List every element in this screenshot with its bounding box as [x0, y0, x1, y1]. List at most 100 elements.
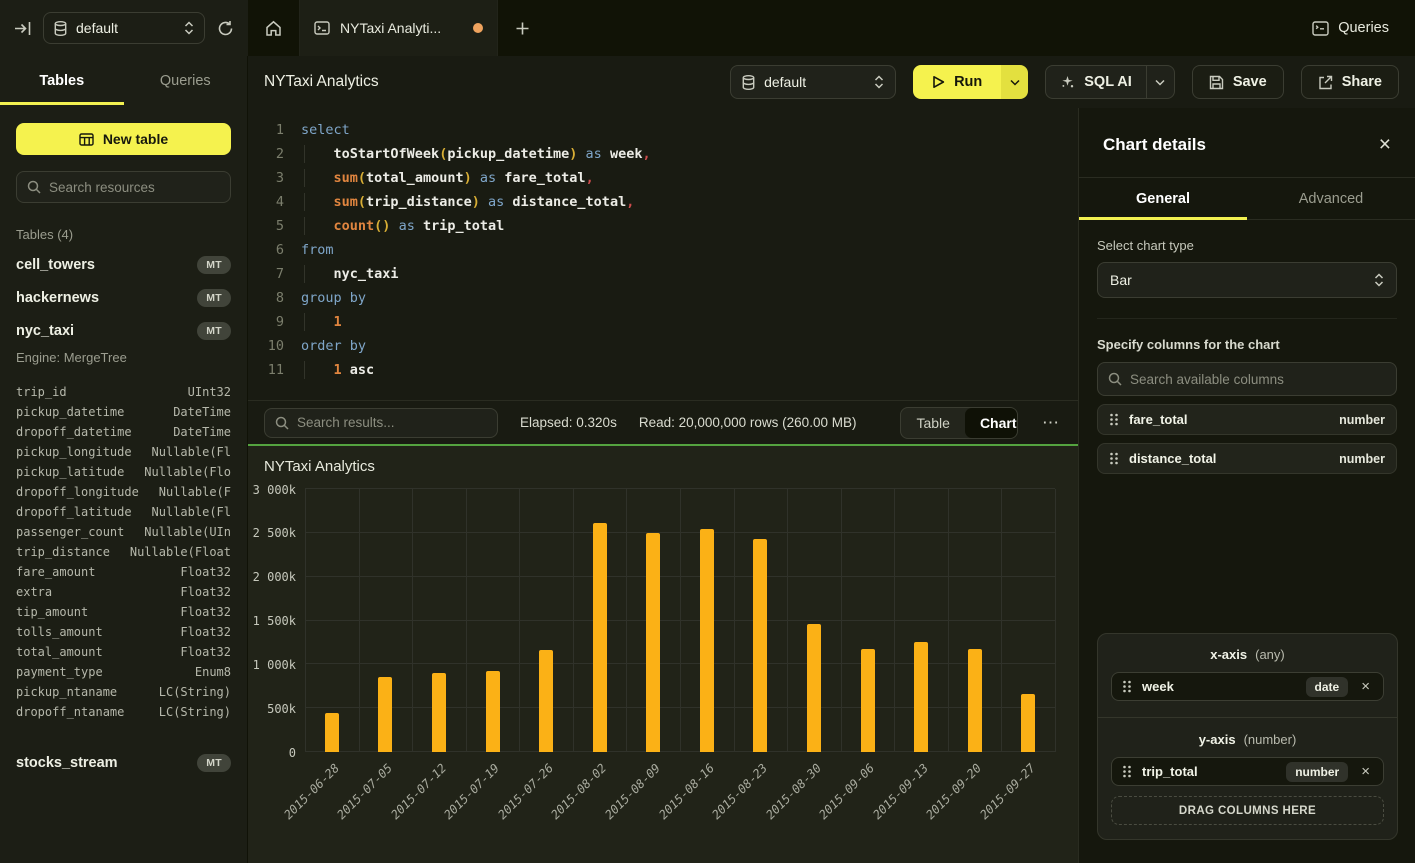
sidebar-tab-queries[interactable]: Queries [124, 56, 248, 105]
available-column-row[interactable]: fare_totalnumber [1097, 404, 1397, 435]
share-button[interactable]: Share [1301, 65, 1399, 99]
column-row: tolls_amountFloat32 [16, 622, 231, 642]
sql-ai-button[interactable]: SQL AI [1045, 65, 1175, 99]
code-text: order by [301, 334, 366, 358]
gridline [787, 489, 788, 752]
new-table-button[interactable]: New table [16, 123, 231, 155]
line-number: 6 [256, 238, 284, 262]
columns-search[interactable] [1097, 362, 1397, 396]
chart-type-select[interactable]: Bar [1097, 262, 1397, 298]
sql-token: as [586, 146, 602, 162]
sql-token: trip_total [423, 218, 504, 234]
x-tick-text: 2015-08-23 [709, 761, 770, 822]
database-selector[interactable]: default [43, 12, 205, 44]
gridline [626, 489, 627, 752]
chart-view-button[interactable]: Chart [965, 408, 1018, 438]
tab-nytaxi-analytics[interactable]: NYTaxi Analyti... [300, 0, 498, 56]
bar [539, 650, 553, 752]
database-icon [742, 75, 755, 90]
results-search-input[interactable] [297, 415, 487, 430]
line-number: 7 [256, 262, 284, 286]
table-row[interactable]: nyc_taxiMT [0, 314, 247, 347]
table-grid-icon [79, 133, 94, 146]
axes-config-box: x-axis (any) weekdate× y-axis (number) t… [1097, 633, 1398, 840]
table-row[interactable]: stocks_streamMT [0, 746, 247, 779]
x-tick-text: 2015-08-30 [763, 761, 824, 822]
run-button[interactable]: Run [913, 65, 1028, 99]
column-type: Float32 [180, 562, 231, 582]
table-view-button[interactable]: Table [901, 408, 964, 438]
run-options-caret[interactable] [1001, 65, 1028, 99]
sql-token: , [626, 194, 634, 210]
indent-guide [304, 193, 305, 211]
drag-handle-icon[interactable] [1109, 413, 1119, 426]
drag-handle-icon[interactable] [1109, 452, 1119, 465]
tab-advanced[interactable]: Advanced [1247, 178, 1415, 219]
new-table-label: New table [103, 131, 168, 147]
sql-token: , [642, 146, 650, 162]
tab-general[interactable]: General [1079, 178, 1247, 219]
gridline [1055, 489, 1056, 752]
indent-guide [304, 265, 305, 283]
home-button[interactable] [248, 0, 300, 56]
sql-editor[interactable]: 1select2 toStartOfWeek(pickup_datetime) … [248, 108, 1078, 400]
gridline [573, 489, 574, 752]
axis-column-chip[interactable]: weekdate× [1111, 672, 1384, 701]
sidebar-search-input[interactable] [49, 180, 220, 195]
collapse-sidebar-icon[interactable] [14, 20, 31, 37]
bar [378, 677, 392, 752]
new-tab-button[interactable] [498, 0, 546, 56]
bar [753, 539, 767, 752]
save-button[interactable]: Save [1192, 65, 1284, 99]
available-column-row[interactable]: distance_totalnumber [1097, 443, 1397, 474]
sql-ai-caret[interactable] [1146, 66, 1174, 98]
gridline [359, 489, 360, 752]
line-number: 1 [256, 118, 284, 142]
code-text: group by [301, 286, 366, 310]
drag-handle-icon[interactable] [1122, 680, 1132, 693]
column-row: dropoff_ntanameLC(String) [16, 702, 231, 722]
refresh-icon[interactable] [217, 20, 234, 37]
drag-columns-drop-zone[interactable]: DRAG COLUMNS HERE [1111, 796, 1384, 825]
rows-read-stats: Read: 20,000,000 rows (260.00 MB) [639, 415, 857, 430]
columns-search-input[interactable] [1130, 372, 1386, 387]
sidebar-tabs: Tables Queries [0, 56, 247, 105]
column-name: pickup_latitude [16, 462, 124, 482]
x-tick-text: 2015-09-06 [816, 761, 877, 822]
chart-type-label: Select chart type [1097, 238, 1397, 253]
results-toolbar: Elapsed: 0.320s Read: 20,000,000 rows (2… [248, 400, 1078, 444]
table-row[interactable]: cell_towersMT [0, 248, 247, 281]
line-number: 8 [256, 286, 284, 310]
available-columns-list: fare_totalnumber distance_totalnumber [1097, 404, 1397, 474]
column-type: Nullable(Fl [152, 442, 231, 462]
bar [486, 671, 500, 752]
code-line: 9 1 [248, 310, 1078, 334]
column-row: dropoff_longitudeNullable(F [16, 482, 231, 502]
remove-column-icon[interactable]: × [1358, 763, 1373, 780]
x-tick-text: 2015-09-13 [870, 761, 931, 822]
queries-button[interactable]: Queries [1286, 0, 1415, 56]
gridline [894, 489, 895, 752]
bar [432, 673, 446, 752]
chip-column-name: week [1142, 679, 1296, 694]
remove-column-icon[interactable]: × [1358, 678, 1373, 695]
top-bar-left: default [0, 0, 248, 56]
results-search[interactable] [264, 408, 498, 438]
sidebar-tab-tables[interactable]: Tables [0, 56, 124, 105]
code-line: 4 sum(trip_distance) as distance_total, [248, 190, 1078, 214]
bar [700, 529, 714, 752]
sidebar-search[interactable] [16, 171, 231, 203]
drag-handle-icon[interactable] [1122, 765, 1132, 778]
column-type: DateTime [173, 402, 231, 422]
table-row[interactable]: hackernewsMT [0, 281, 247, 314]
more-options-button[interactable]: ⋯ [1040, 413, 1062, 433]
column-type: Float32 [180, 602, 231, 622]
close-icon[interactable]: × [1379, 134, 1391, 155]
y-tick-label: 2 000k [253, 570, 296, 584]
header-database-selector[interactable]: default [730, 65, 896, 99]
engine-badge: MT [197, 754, 231, 772]
bar [593, 523, 607, 752]
sql-console-window: default NYTaxi Analyti... [0, 0, 1415, 863]
column-type: Nullable(F [159, 482, 231, 502]
axis-column-chip[interactable]: trip_totalnumber× [1111, 757, 1384, 786]
